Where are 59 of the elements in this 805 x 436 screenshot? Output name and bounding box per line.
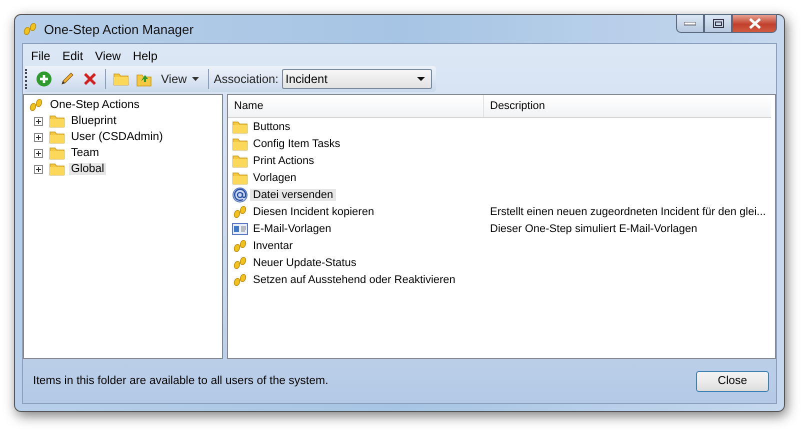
close-dialog-button[interactable]: Close xyxy=(696,370,769,392)
contact-card-icon xyxy=(232,222,248,236)
list-item[interactable]: Diesen Incident kopieren xyxy=(250,206,378,218)
folder-icon xyxy=(232,136,248,150)
window-title: One-Step Action Manager xyxy=(44,22,194,36)
menu-item[interactable]: View xyxy=(90,48,126,64)
footprints-icon xyxy=(22,21,38,37)
tree-item[interactable]: One-Step Actions xyxy=(48,99,142,111)
folder-icon xyxy=(232,120,248,134)
menu-item[interactable]: Edit xyxy=(57,48,88,64)
footprints-icon xyxy=(28,97,44,113)
close-button[interactable] xyxy=(732,14,777,33)
footprints-icon xyxy=(232,272,248,288)
caret-icon xyxy=(192,77,199,81)
expand-toggle[interactable] xyxy=(34,148,43,158)
association-label: Association: xyxy=(214,72,278,86)
tree-item[interactable]: User (CSDAdmin) xyxy=(69,131,166,143)
tree-item[interactable]: Team xyxy=(69,147,102,159)
list-item[interactable]: Inventar xyxy=(250,240,296,252)
description-text: Dieser One-Step simuliert E-Mail-Vorlagen xyxy=(489,222,698,234)
list-item[interactable]: E-Mail-Vorlagen xyxy=(250,222,334,234)
view-button[interactable]: View xyxy=(157,72,203,86)
maximize-button[interactable] xyxy=(704,14,732,33)
add-icon[interactable] xyxy=(34,71,54,87)
minimize-icon xyxy=(684,22,696,26)
folder-icon xyxy=(113,72,129,86)
association-dropdown[interactable]: Incident xyxy=(282,69,432,89)
folder-icon xyxy=(49,130,65,144)
footprints-icon xyxy=(232,238,248,254)
menu-item[interactable]: Help xyxy=(128,48,163,64)
expand-toggle[interactable] xyxy=(34,132,43,142)
maximize-icon xyxy=(712,19,724,28)
footprints-icon xyxy=(232,204,248,220)
caret-icon xyxy=(416,77,424,81)
expand-toggle[interactable] xyxy=(34,164,43,174)
expand-toggle[interactable] xyxy=(34,116,43,126)
description-text: Erstellt einen neuen zugeordneten Incident für den glei... xyxy=(489,206,766,218)
folder-icon xyxy=(49,114,65,128)
folder-icon xyxy=(232,154,248,168)
tree-item[interactable]: Global xyxy=(69,163,106,175)
list-item[interactable]: Buttons xyxy=(250,120,294,132)
folder-icon xyxy=(49,146,65,160)
folder-icon xyxy=(49,162,65,176)
minimize-button[interactable] xyxy=(676,14,704,33)
close-icon xyxy=(748,18,762,29)
column-header[interactable]: Name xyxy=(228,95,484,117)
folder-icon xyxy=(232,170,248,184)
list-item[interactable]: Neuer Update-Status xyxy=(250,256,360,268)
list-item[interactable]: Config Item Tasks xyxy=(250,138,344,150)
list-item[interactable]: Vorlagen xyxy=(250,172,300,184)
list-item[interactable]: Datei versenden xyxy=(250,188,336,200)
menu-item[interactable]: File xyxy=(26,48,56,64)
status-text: Items in this folder are available to all users of the system. xyxy=(33,375,328,387)
footprints-icon xyxy=(232,254,248,270)
tree-item[interactable]: Blueprint xyxy=(69,115,118,127)
list-item[interactable]: Setzen auf Ausstehend oder Reaktivieren xyxy=(250,274,458,286)
at-sign-icon xyxy=(232,186,248,202)
column-header[interactable]: Description xyxy=(484,95,546,117)
list-item[interactable]: Print Actions xyxy=(250,154,318,166)
